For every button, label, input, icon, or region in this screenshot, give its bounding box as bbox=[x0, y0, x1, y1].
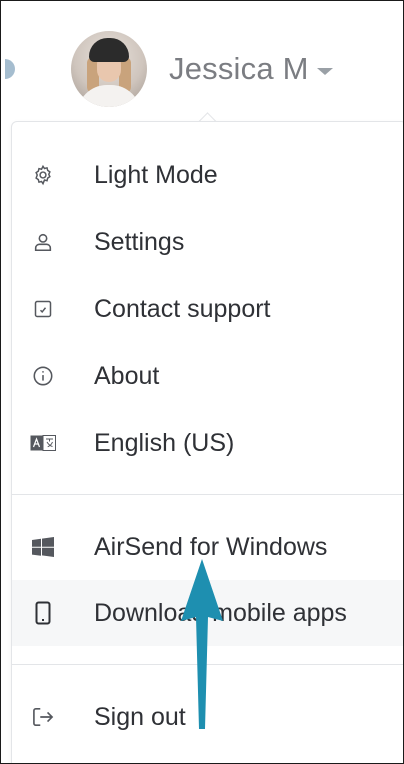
menu-item-label: Light Mode bbox=[94, 160, 218, 189]
sign-out-icon bbox=[30, 704, 56, 730]
avatar[interactable] bbox=[71, 31, 147, 107]
support-icon bbox=[30, 296, 56, 322]
menu-item-contact-support[interactable]: Contact support bbox=[12, 276, 403, 342]
annotation-arrow-shape bbox=[181, 559, 223, 729]
menu-item-label: Settings bbox=[94, 227, 185, 256]
mobile-icon bbox=[30, 600, 56, 626]
menu-item-label: Contact support bbox=[94, 294, 271, 323]
menu-item-settings[interactable]: Settings bbox=[12, 209, 403, 275]
background-logo-fragment bbox=[5, 59, 15, 79]
screenshot-frame: Jessica M Light Mode Settings Contact su… bbox=[0, 0, 404, 764]
annotation-arrow bbox=[181, 559, 223, 729]
windows-icon bbox=[30, 534, 56, 560]
user-icon bbox=[30, 229, 56, 255]
info-icon bbox=[30, 363, 56, 389]
menu-item-label: About bbox=[94, 361, 160, 390]
menu-item-about[interactable]: About bbox=[12, 343, 403, 409]
user-name[interactable]: Jessica M bbox=[169, 51, 309, 87]
language-icon bbox=[30, 430, 56, 456]
menu-item-label: Sign out bbox=[94, 702, 186, 731]
menu-divider bbox=[12, 494, 403, 495]
menu-item-label: English (US) bbox=[94, 428, 235, 457]
avatar-hat bbox=[89, 38, 129, 62]
user-menu-trigger[interactable]: Jessica M bbox=[71, 29, 333, 109]
gear-icon bbox=[30, 162, 56, 188]
chevron-down-icon[interactable] bbox=[316, 67, 333, 75]
menu-item-light-mode[interactable]: Light Mode bbox=[12, 142, 403, 208]
menu-item-language[interactable]: English (US) bbox=[12, 410, 403, 476]
